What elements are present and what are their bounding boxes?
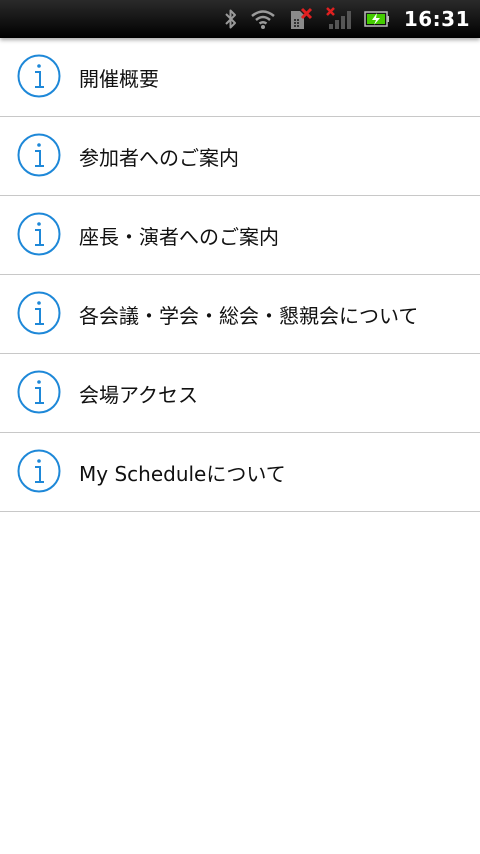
- status-time: 16:31: [403, 7, 470, 31]
- bluetooth-icon: [224, 8, 238, 30]
- info-icon: [17, 291, 61, 335]
- signal-no-service-icon: [325, 7, 352, 31]
- info-icon: [17, 212, 61, 256]
- info-icon: [17, 449, 61, 493]
- list-item-label: 会場アクセス: [79, 382, 198, 407]
- info-icon: [17, 133, 61, 177]
- info-icon: [17, 370, 61, 414]
- list-item[interactable]: 参加者へのご案内: [0, 117, 480, 196]
- menu-list: 開催概要 参加者へのご案内 座長・演者へのご案内 各会議・学会・総会・懇親会につ…: [0, 38, 480, 512]
- list-item[interactable]: 座長・演者へのご案内: [0, 196, 480, 275]
- sim-error-icon: [288, 7, 314, 31]
- status-icons: 16:31: [212, 0, 470, 38]
- list-item-label: My Scheduleについて: [79, 461, 286, 486]
- list-item-label: 各会議・学会・総会・懇親会について: [79, 303, 419, 328]
- list-item[interactable]: 各会議・学会・総会・懇親会について: [0, 275, 480, 354]
- wifi-icon: [250, 8, 276, 30]
- list-item-label: 座長・演者へのご案内: [79, 224, 279, 249]
- battery-charging-icon: [364, 9, 390, 29]
- status-bar: 16:31: [0, 0, 480, 38]
- list-item[interactable]: 会場アクセス: [0, 354, 480, 433]
- list-item-label: 開催概要: [79, 66, 159, 91]
- list-item[interactable]: 開催概要: [0, 38, 480, 117]
- info-icon: [17, 54, 61, 98]
- list-item-label: 参加者へのご案内: [79, 145, 239, 170]
- list-item[interactable]: My Scheduleについて: [0, 433, 480, 512]
